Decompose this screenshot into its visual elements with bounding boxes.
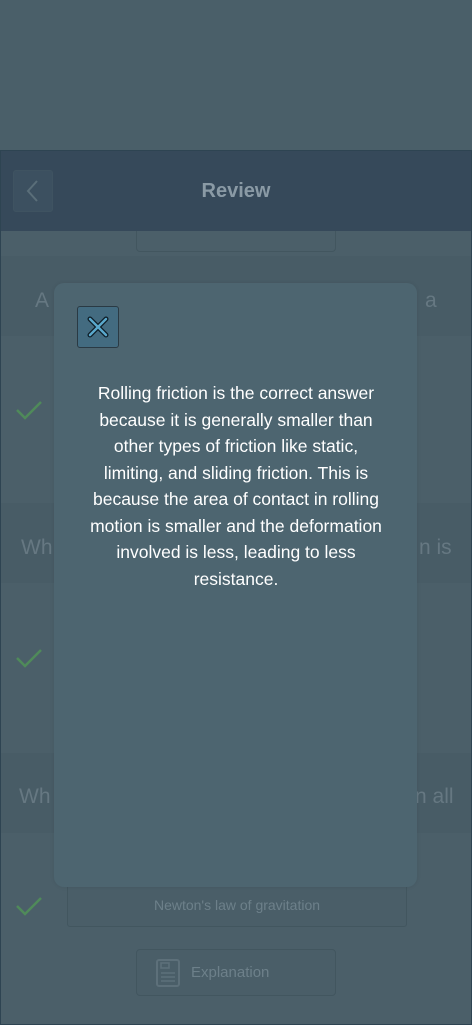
check-icon: [16, 897, 42, 916]
page-title: Review: [201, 179, 271, 202]
explanation-modal: Rolling friction is the correct answer b…: [54, 283, 417, 887]
close-icon: [87, 316, 109, 338]
document-icon: [156, 958, 180, 987]
back-button[interactable]: [13, 170, 53, 212]
question-1-start: A: [35, 289, 50, 312]
question-3-start: Wh: [19, 785, 51, 808]
question-2-end: n is: [419, 536, 452, 559]
explanation-button-label: Explanation: [191, 964, 270, 981]
option-box-partial: [136, 231, 336, 252]
question-1-end: a: [425, 289, 437, 312]
question-3-end: n all: [415, 785, 454, 808]
check-icon: [16, 401, 42, 420]
explanation-button[interactable]: Explanation: [136, 949, 336, 996]
answer-option[interactable]: Newton's law of gravitation: [67, 883, 407, 927]
question-2-start: Wh: [21, 536, 53, 559]
status-bar-area: [0, 0, 472, 150]
explanation-text: Rolling friction is the correct answer b…: [90, 383, 382, 589]
header-bar: Review: [1, 151, 471, 231]
close-button[interactable]: [77, 306, 119, 348]
chevron-left-icon: [26, 180, 38, 202]
check-icon: [16, 649, 42, 668]
